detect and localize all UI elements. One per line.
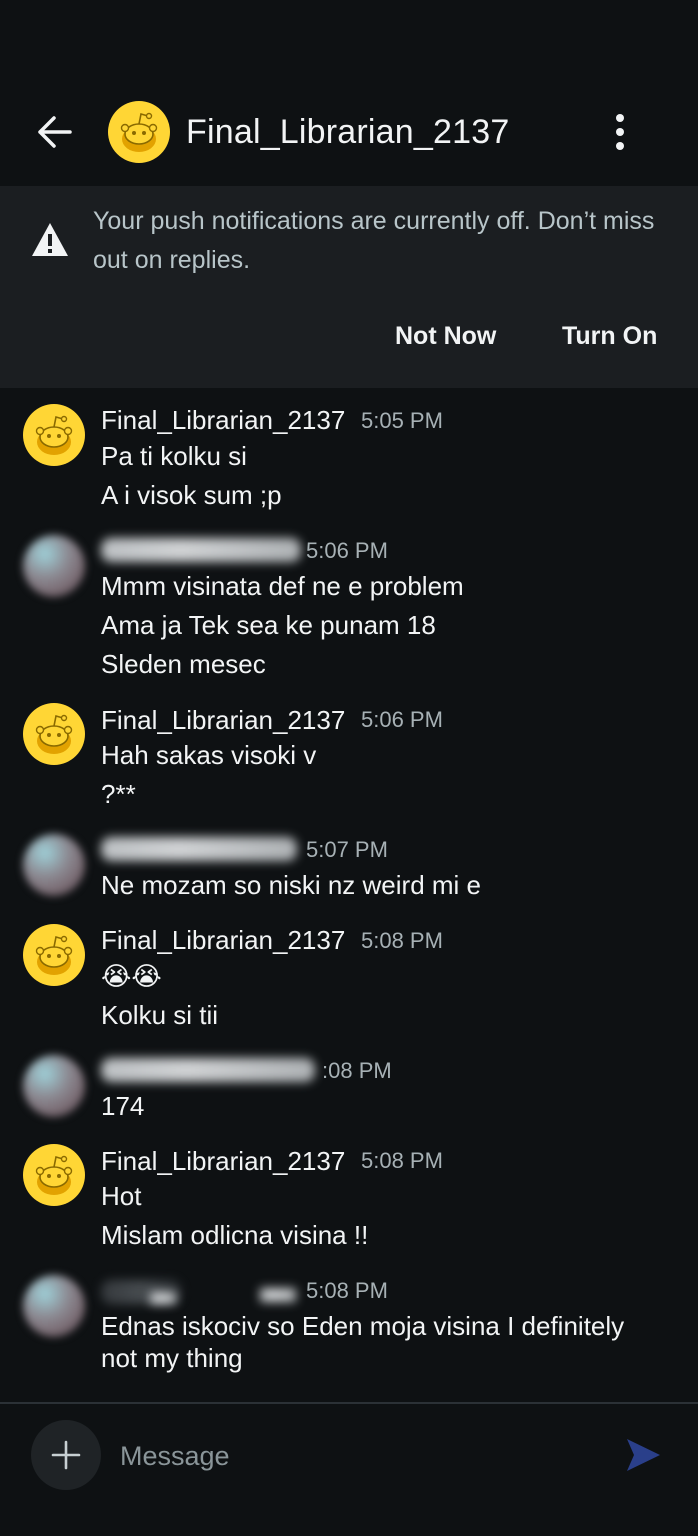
message-text: Sleden mesec [101, 649, 266, 679]
redacted-username [101, 1058, 315, 1082]
message-time: 5:05 PM [361, 408, 443, 433]
redacted-username [101, 837, 297, 861]
add-attachment-button[interactable] [31, 1420, 101, 1490]
snoo-avatar[interactable] [23, 703, 85, 765]
back-button[interactable] [30, 110, 78, 154]
send-button[interactable] [618, 1430, 668, 1480]
message-time: 5:08 PM [361, 1148, 443, 1173]
message-text: 174 [101, 1091, 145, 1121]
message-text: not my thing [101, 1343, 243, 1373]
message-time: 5:08 PM [306, 1278, 388, 1303]
message-text: A i visok sum ;p [101, 480, 282, 510]
message-text: Ama ja Tek sea ke punam 18 [101, 610, 436, 640]
banner-message: Your push notifications are currently of… [93, 207, 655, 274]
message-sender[interactable]: Final_Librarian_2137 [101, 1144, 345, 1178]
message-text: Hah sakas visoki v [101, 740, 317, 770]
message-text: Pa ti kolku si [101, 441, 247, 471]
arrow-left-icon [38, 116, 72, 148]
message-text: Mislam odlicna visina !! [101, 1220, 369, 1250]
not-now-button[interactable]: Not Now [395, 316, 496, 356]
message-time: 5:06 PM [306, 538, 388, 563]
message-sender[interactable]: Final_Librarian_2137 [101, 703, 345, 737]
redacted-username-fragment [260, 1288, 296, 1302]
message-text: Ednas iskociv so Eden moja visina I defi… [101, 1311, 625, 1341]
snoo-avatar[interactable] [23, 404, 85, 466]
snoo-avatar[interactable] [108, 101, 170, 163]
turn-on-button[interactable]: Turn On [562, 316, 657, 356]
send-icon [627, 1439, 660, 1471]
user-avatar-blurred[interactable] [23, 1275, 85, 1337]
snoo-avatar[interactable] [23, 1144, 85, 1206]
more-options-button[interactable] [598, 108, 642, 156]
emoji-line: 😭😭 [101, 961, 162, 991]
chat-title: Final_Librarian_2137 [186, 113, 510, 151]
redacted-username [101, 538, 301, 562]
message-text: Kolku si tii [101, 1000, 219, 1030]
user-avatar-blurred[interactable] [23, 1055, 85, 1117]
kebab-menu-icon [616, 114, 624, 150]
snoo-avatar[interactable] [23, 924, 85, 986]
message-text: Ne mozam so niski nz weird mi e [101, 870, 481, 900]
user-avatar-blurred[interactable] [23, 535, 85, 597]
message-time: :08 PM [322, 1058, 392, 1083]
message-time: 5:06 PM [361, 707, 443, 732]
message-time: 5:07 PM [306, 837, 388, 862]
plus-icon [51, 1440, 81, 1470]
message-text: ?** [101, 779, 136, 809]
redacted-username-fragment [150, 1292, 176, 1304]
message-input[interactable] [118, 1434, 602, 1478]
user-avatar-blurred[interactable] [23, 834, 85, 896]
chat-header [0, 0, 698, 186]
message-sender[interactable]: Final_Librarian_2137 [101, 403, 345, 437]
message-time: 5:08 PM [361, 928, 443, 953]
message-text: Mmm visinata def ne e problem [101, 571, 464, 601]
message-text: Hot [101, 1181, 142, 1211]
message-sender[interactable]: Final_Librarian_2137 [101, 923, 345, 957]
warning-icon [32, 223, 68, 256]
